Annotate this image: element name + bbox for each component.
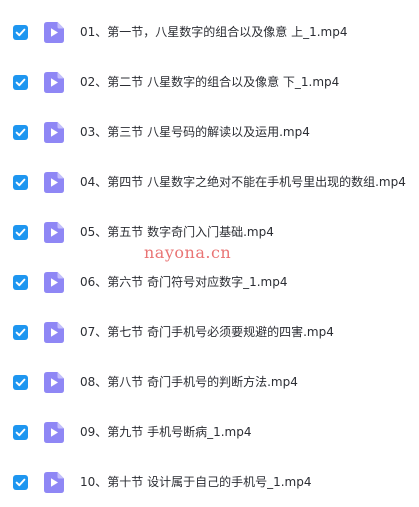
video-file-icon [44,272,64,293]
video-file-icon [44,222,64,243]
file-row[interactable]: 07、第七节 奇门手机号必须要规避的四害.mp4 [0,307,419,357]
checkmark-icon [15,78,26,87]
checkmark-icon [15,28,26,37]
file-checkbox[interactable] [13,225,28,240]
checkmark-icon [15,378,26,387]
checkmark-icon [15,328,26,337]
video-file-icon [44,172,64,193]
file-checkbox[interactable] [13,375,28,390]
file-name[interactable]: 03、第三节 八星号码的解读以及运用.mp4 [80,123,310,141]
video-file-icon [44,472,64,493]
checkmark-icon [15,128,26,137]
file-name[interactable]: 08、第八节 奇门手机号的判断方法.mp4 [80,373,298,391]
file-name[interactable]: 07、第七节 奇门手机号必须要规避的四害.mp4 [80,323,334,341]
video-file-icon [44,422,64,443]
video-file-icon [44,322,64,343]
checkmark-icon [15,428,26,437]
file-name[interactable]: 10、第十节 设计属于自己的手机号_1.mp4 [80,473,311,491]
video-file-icon [44,72,64,93]
file-row[interactable]: 06、第六节 奇门符号对应数字_1.mp4 [0,257,419,307]
video-file-icon [44,22,64,43]
file-name[interactable]: 09、第九节 手机号断病_1.mp4 [80,423,251,441]
file-row[interactable]: 03、第三节 八星号码的解读以及运用.mp4 [0,107,419,157]
file-row[interactable]: 04、第四节 八星数字之绝对不能在手机号里出现的数组.mp4 [0,157,419,207]
file-checkbox[interactable] [13,275,28,290]
file-checkbox[interactable] [13,125,28,140]
file-name[interactable]: 04、第四节 八星数字之绝对不能在手机号里出现的数组.mp4 [80,173,406,191]
file-row[interactable]: 10、第十节 设计属于自己的手机号_1.mp4 [0,457,419,507]
checkmark-icon [15,228,26,237]
file-row[interactable]: 08、第八节 奇门手机号的判断方法.mp4 [0,357,419,407]
file-checkbox[interactable] [13,75,28,90]
file-row[interactable]: 05、第五节 数字奇门入门基础.mp4 [0,207,419,257]
checkmark-icon [15,178,26,187]
video-file-icon [44,122,64,143]
file-checkbox[interactable] [13,25,28,40]
file-row[interactable]: 02、第二节 八星数字的组合以及像意 下_1.mp4 [0,57,419,107]
file-name[interactable]: 02、第二节 八星数字的组合以及像意 下_1.mp4 [80,73,339,91]
checkmark-icon [15,478,26,487]
file-list: 01、第一节，八星数字的组合以及像意 上_1.mp4 02、第二节 八星数字的组合… [0,7,419,507]
file-checkbox[interactable] [13,325,28,340]
video-file-icon [44,372,64,393]
file-name[interactable]: 05、第五节 数字奇门入门基础.mp4 [80,223,274,241]
file-row[interactable]: 01、第一节，八星数字的组合以及像意 上_1.mp4 [0,7,419,57]
checkmark-icon [15,278,26,287]
file-name[interactable]: 01、第一节，八星数字的组合以及像意 上_1.mp4 [80,23,347,41]
file-name[interactable]: 06、第六节 奇门符号对应数字_1.mp4 [80,273,287,291]
file-checkbox[interactable] [13,175,28,190]
file-row[interactable]: 09、第九节 手机号断病_1.mp4 [0,407,419,457]
file-checkbox[interactable] [13,475,28,490]
file-checkbox[interactable] [13,425,28,440]
